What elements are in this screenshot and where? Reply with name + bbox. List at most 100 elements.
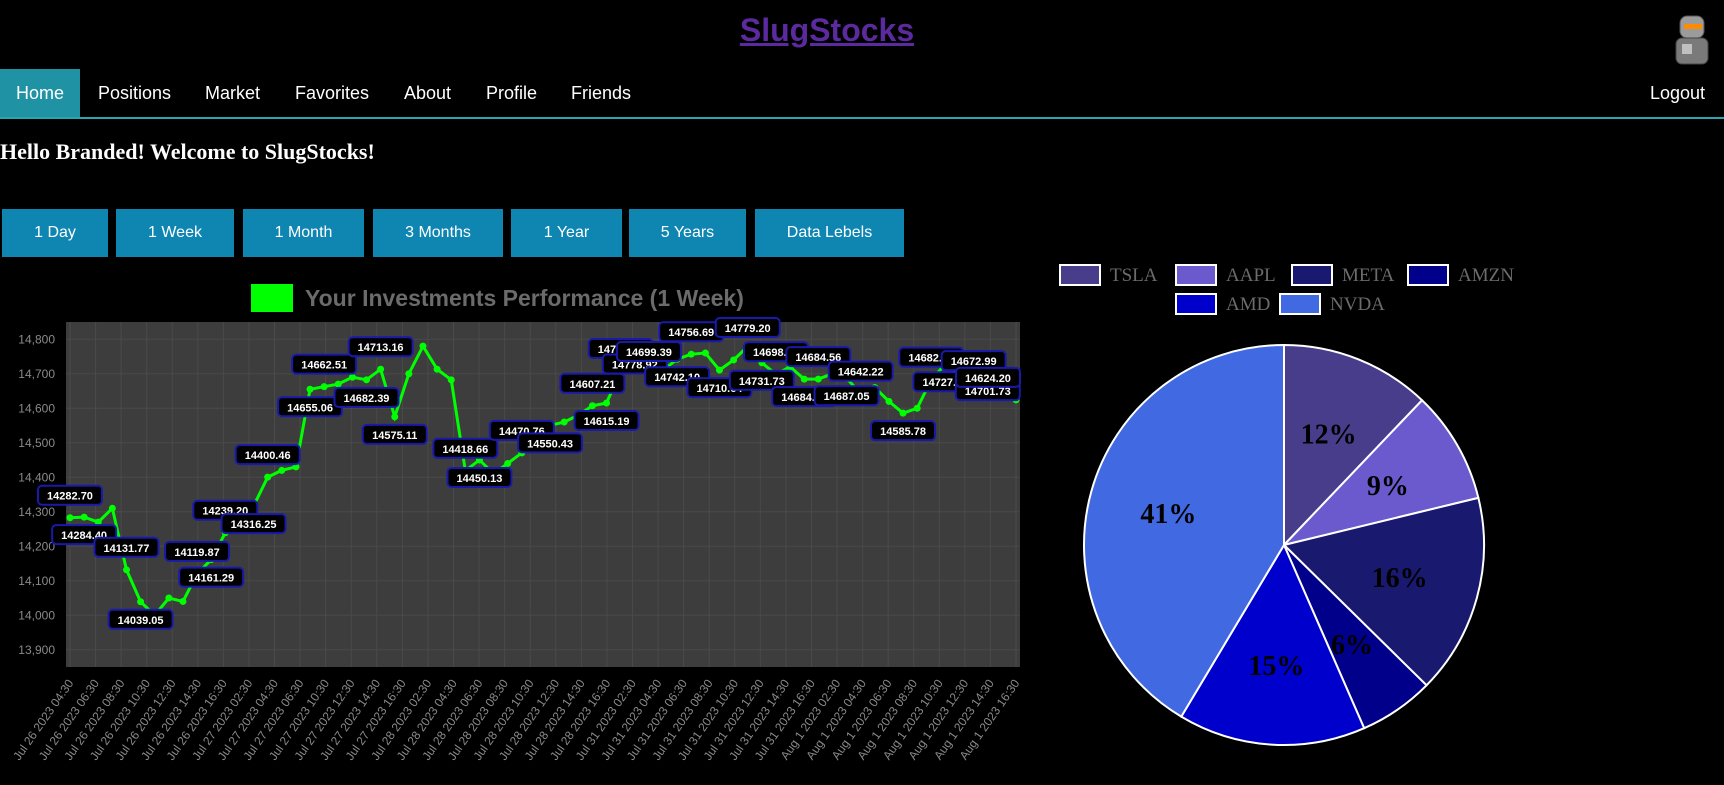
data-point <box>899 409 907 417</box>
data-point <box>560 418 568 426</box>
pie-slice-label: 9% <box>1367 471 1409 502</box>
line-chart: Your Investments Performance (1 Week) 13… <box>10 284 1023 763</box>
data-point <box>588 402 596 410</box>
data-label: 14450.13 <box>457 473 503 485</box>
data-label: 14687.05 <box>824 391 870 403</box>
nav-profile[interactable]: Profile <box>470 69 553 117</box>
data-point <box>320 383 328 391</box>
pie-slice-label: 6% <box>1331 630 1373 661</box>
legend-swatch <box>251 284 293 312</box>
pie-legend-label[interactable]: AMZN <box>1458 265 1514 286</box>
y-tick-label: 13,900 <box>18 643 55 657</box>
data-point <box>66 514 74 522</box>
nav-about[interactable]: About <box>388 69 467 117</box>
app-title-link[interactable]: SlugStocks <box>740 12 914 48</box>
data-label: 14682.39 <box>344 393 390 405</box>
range-1-week-button[interactable]: 1 Week <box>116 209 234 257</box>
data-label: 14039.05 <box>118 615 164 627</box>
data-point <box>504 459 512 467</box>
data-point <box>391 413 399 421</box>
data-label: 14699.39 <box>626 347 672 359</box>
data-label: 14615.19 <box>584 416 630 428</box>
pie-legend-label[interactable]: TSLA <box>1110 265 1158 286</box>
pie-legend-swatch[interactable] <box>1291 264 1333 286</box>
pie-legend-swatch[interactable] <box>1175 264 1217 286</box>
pie-slice-label: 16% <box>1372 563 1428 594</box>
nav-favorites[interactable]: Favorites <box>279 69 385 117</box>
data-label: 14731.73 <box>739 376 785 388</box>
data-label: 14756.69 <box>668 327 714 339</box>
data-label: 14624.20 <box>965 373 1011 385</box>
greeting: Hello Branded! Welcome to SlugStocks! <box>0 139 375 164</box>
data-point <box>179 597 187 605</box>
range-3-months-button[interactable]: 3 Months <box>373 209 503 257</box>
data-point <box>363 376 371 384</box>
y-tick-label: 14,800 <box>18 332 55 346</box>
range-1-year-button[interactable]: 1 Year <box>511 209 622 257</box>
pie-legend-label[interactable]: META <box>1342 265 1395 286</box>
data-label: 14400.46 <box>245 450 291 462</box>
data-label: 14161.29 <box>188 573 234 585</box>
avatar[interactable] <box>1662 12 1722 68</box>
data-point <box>800 375 808 383</box>
data-point <box>306 385 314 393</box>
data-label: 14282.70 <box>47 491 93 503</box>
data-label: 14701.73 <box>965 386 1011 398</box>
pie-chart: TSLA AAPL META AMZN AMD NVDA 12% 9% 16% 6% 15% 41% <box>1059 264 1514 746</box>
data-point <box>913 404 921 412</box>
data-point <box>447 376 455 384</box>
data-point <box>433 365 441 373</box>
pie-legend-swatch[interactable] <box>1175 293 1217 315</box>
data-label: 14418.66 <box>442 444 488 456</box>
data-label: 14642.22 <box>838 367 884 379</box>
data-point <box>885 397 893 405</box>
data-label: 14713.16 <box>358 342 404 354</box>
data-point <box>419 342 427 350</box>
data-point <box>730 356 738 364</box>
data-label: 14672.99 <box>951 356 997 368</box>
pie-legend-label[interactable]: AMD <box>1226 294 1270 315</box>
pie-legend-label[interactable]: AAPL <box>1226 265 1276 286</box>
range-1-month-button[interactable]: 1 Month <box>243 209 364 257</box>
data-point <box>108 504 116 512</box>
y-tick-label: 14,300 <box>18 505 55 519</box>
y-tick-label: 14,500 <box>18 436 55 450</box>
y-tick-label: 14,400 <box>18 470 55 484</box>
data-point <box>264 473 272 481</box>
y-tick-label: 14,700 <box>18 367 55 381</box>
data-label: 14119.87 <box>174 547 219 559</box>
y-tick-label: 14,200 <box>18 539 55 553</box>
data-label: 14585.78 <box>880 426 926 438</box>
data-point <box>137 598 145 606</box>
data-point <box>377 365 385 373</box>
nav-positions[interactable]: Positions <box>82 69 187 117</box>
pie-legend-swatch[interactable] <box>1059 264 1101 286</box>
data-point <box>687 350 695 358</box>
logout-link[interactable]: Logout <box>1634 69 1721 117</box>
main-nav: Home Positions Market Favorites About Pr… <box>0 69 1724 119</box>
nav-friends[interactable]: Friends <box>555 69 647 117</box>
pie-legend-label[interactable]: NVDA <box>1330 294 1385 315</box>
nav-market[interactable]: Market <box>189 69 276 117</box>
data-point <box>348 373 356 381</box>
pie-slice-label: 15% <box>1248 651 1304 682</box>
data-labels-button[interactable]: Data Lebels <box>755 209 904 257</box>
data-point <box>278 466 286 474</box>
app-title: SlugStocks <box>0 12 1654 49</box>
y-tick-label: 14,100 <box>18 574 55 588</box>
data-point <box>405 370 413 378</box>
pie-legend-swatch[interactable] <box>1407 264 1449 286</box>
range-1-day-button[interactable]: 1 Day <box>2 209 108 257</box>
data-point <box>814 375 822 383</box>
y-tick-label: 14,600 <box>18 401 55 415</box>
nav-home[interactable]: Home <box>0 69 81 117</box>
data-point <box>334 380 342 388</box>
data-label: 14575.11 <box>372 430 417 442</box>
range-5-years-button[interactable]: 5 Years <box>629 209 746 257</box>
y-tick-label: 14,000 <box>18 608 55 622</box>
data-label: 14550.43 <box>527 438 573 450</box>
data-point <box>715 366 723 374</box>
data-label: 14655.06 <box>287 402 333 414</box>
data-label: 14607.21 <box>569 379 615 391</box>
pie-legend-swatch[interactable] <box>1279 293 1321 315</box>
